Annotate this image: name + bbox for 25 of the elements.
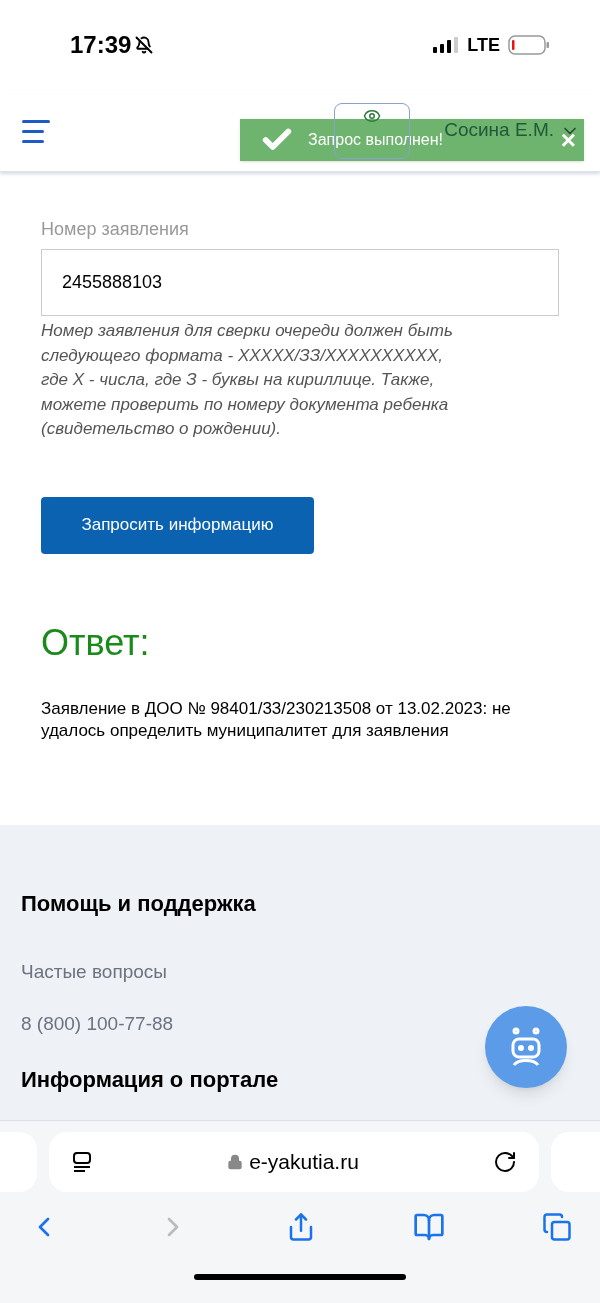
signal-icon: [433, 37, 460, 53]
battery-icon: [508, 35, 550, 55]
tabs-icon[interactable]: [542, 1212, 572, 1242]
footer-heading: Информация о портале: [21, 1065, 280, 1094]
url-text: e-yakutia.ru: [249, 1149, 359, 1176]
field-label: Номер заявления: [41, 218, 190, 241]
bookmarks-icon[interactable]: [413, 1211, 445, 1243]
page-menu-icon[interactable]: [70, 1151, 93, 1173]
network-label: LTE: [467, 33, 500, 57]
reload-icon[interactable]: [493, 1150, 518, 1174]
user-name[interactable]: Сосина Е.М.: [444, 116, 554, 145]
request-button[interactable]: Запросить информацию: [41, 496, 314, 554]
footer-heading: Помощь и поддержка: [21, 889, 257, 918]
answer-title: Ответ:: [41, 620, 151, 665]
answer-text: Заявление в ДОО № 98401/33/230213508 от 13.02.2023: не удалось определить муниципалитет для заявления: [41, 697, 512, 742]
application-number-field[interactable]: 2455888103: [41, 249, 559, 316]
menu-icon[interactable]: [22, 118, 50, 143]
footer-link[interactable]: 8 (800) 100-77-88: [21, 1010, 579, 1039]
bell-muted-icon: [135, 36, 154, 54]
hint-text: Номер заявления для сверки очереди должен быть следующего формата - XXXXX/ЗЗ/XXXXXXXXXX, где X - числа, где З - буквы на кириллице. Также, можете проверить по номеру документа ребенка (свидетельство о рождении).: [41, 320, 454, 440]
lock-icon: [227, 1154, 244, 1170]
close-button[interactable]: ×: [560, 127, 576, 153]
clock: 17:39: [70, 30, 132, 60]
address-bar[interactable]: e-yakutia.ru: [48, 1132, 540, 1192]
footer-link[interactable]: Частые вопросы: [21, 957, 579, 986]
